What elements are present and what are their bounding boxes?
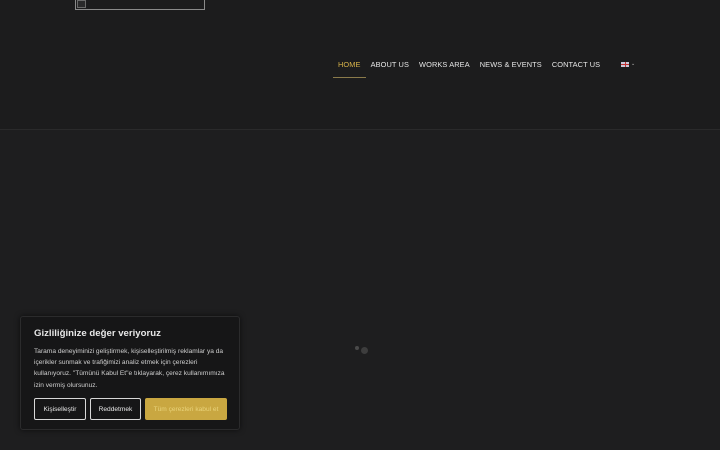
cookie-description: Tarama deneyiminizi geliştirmek, kişisel…	[34, 348, 225, 389]
loading-dot	[355, 346, 359, 350]
broken-image-icon	[77, 0, 86, 8]
nav-item-home[interactable]: HOME	[333, 56, 366, 78]
nav-item-works-area[interactable]: WORKS AREA	[414, 56, 475, 78]
main-nav: HOME ABOUT US WORKS AREA NEWS & EVENTS C…	[333, 56, 605, 78]
loading-dot	[361, 347, 368, 354]
loading-indicator	[355, 346, 371, 356]
language-selector[interactable]: ⌄	[621, 62, 635, 67]
reject-button[interactable]: Reddetmek	[90, 398, 141, 420]
site-header: HOME ABOUT US WORKS AREA NEWS & EVENTS C…	[0, 0, 720, 130]
nav-item-news-events[interactable]: NEWS & EVENTS	[475, 56, 547, 78]
cookie-consent-panel: Gizliliğinize değer veriyoruz Tarama den…	[20, 316, 240, 430]
nav-item-contact-us[interactable]: CONTACT US	[547, 56, 605, 78]
chevron-down-icon: ⌄	[631, 61, 636, 67]
nav-item-about-us[interactable]: ABOUT US	[366, 56, 414, 78]
accept-all-button[interactable]: Tüm çerezleri kabul et	[145, 398, 227, 420]
cookie-title: Gizliliğinize değer veriyoruz	[34, 328, 161, 339]
customize-button[interactable]: Kişiselleştir	[34, 398, 86, 420]
uk-flag-icon	[621, 62, 629, 67]
logo-image[interactable]	[75, 0, 205, 10]
page: HOME ABOUT US WORKS AREA NEWS & EVENTS C…	[0, 0, 720, 450]
